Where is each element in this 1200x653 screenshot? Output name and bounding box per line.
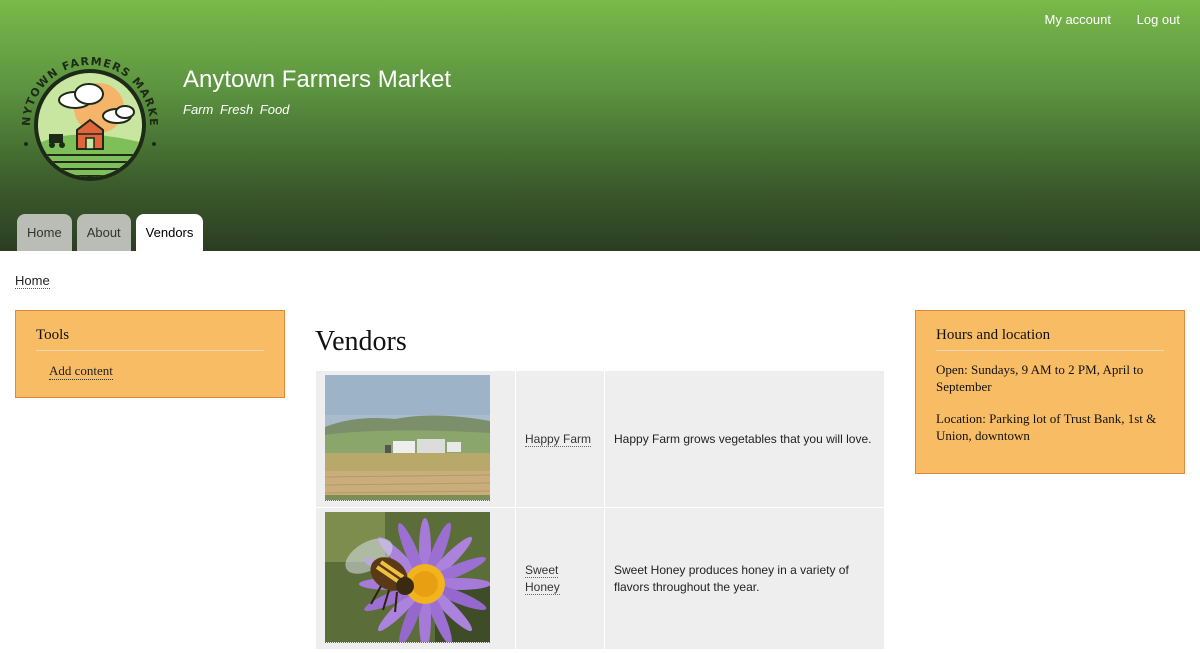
vendor-description: Sweet Honey produces honey in a variety … — [604, 507, 885, 650]
site-header: My account Log out ANYTOWN FARMERS MARKE… — [0, 0, 1200, 251]
vendor-name-link[interactable]: Happy Farm — [525, 431, 595, 448]
vendor-name-cell: Happy Farm — [515, 370, 605, 508]
add-content-link[interactable]: Add content — [49, 363, 113, 380]
main-menu: Home About Vendors — [17, 214, 204, 251]
hours-location-block: Hours and location Open: Sundays, 9 AM t… — [915, 310, 1185, 474]
tab-home[interactable]: Home — [17, 214, 72, 251]
tab-vendors[interactable]: Vendors — [135, 214, 204, 251]
table-row: Happy Farm Happy Farm grows vegetables t… — [315, 370, 885, 508]
tab-about[interactable]: About — [76, 214, 131, 251]
site-logo[interactable]: ANYTOWN FARMERS MARKET FARM FRESH FOOD — [17, 52, 163, 198]
hours-block-title: Hours and location — [936, 327, 1164, 351]
location-text: Location: Parking lot of Trust Bank, 1st… — [936, 411, 1157, 443]
breadcrumb: Home — [15, 273, 50, 289]
vendor-image-cell — [315, 507, 516, 650]
hours-text: Open: Sundays, 9 AM to 2 PM, April to Se… — [936, 362, 1144, 394]
tools-block-title: Tools — [36, 327, 264, 351]
vendors-table: Happy Farm Happy Farm grows vegetables t… — [315, 370, 885, 650]
vendor-name-cell: Sweet Honey — [515, 507, 605, 650]
site-slogan: Farm Fresh Food — [183, 102, 290, 117]
page-title: Vendors — [315, 326, 407, 357]
secondary-menu: My account Log out — [1023, 12, 1180, 27]
log-out-link[interactable]: Log out — [1137, 12, 1180, 27]
sweet-honey-image[interactable] — [325, 512, 490, 643]
tools-block: Tools Add content — [15, 310, 285, 398]
table-row: Sweet Honey Sweet Honey produces honey i… — [315, 507, 885, 650]
vendor-description: Happy Farm grows vegetables that you wil… — [604, 370, 885, 508]
breadcrumb-home-link[interactable]: Home — [15, 273, 50, 289]
vendor-image-cell — [315, 370, 516, 508]
site-name[interactable]: Anytown Farmers Market — [183, 66, 451, 94]
vendor-name-link[interactable]: Sweet Honey — [525, 562, 595, 596]
happy-farm-image[interactable] — [325, 375, 490, 501]
my-account-link[interactable]: My account — [1045, 12, 1111, 27]
